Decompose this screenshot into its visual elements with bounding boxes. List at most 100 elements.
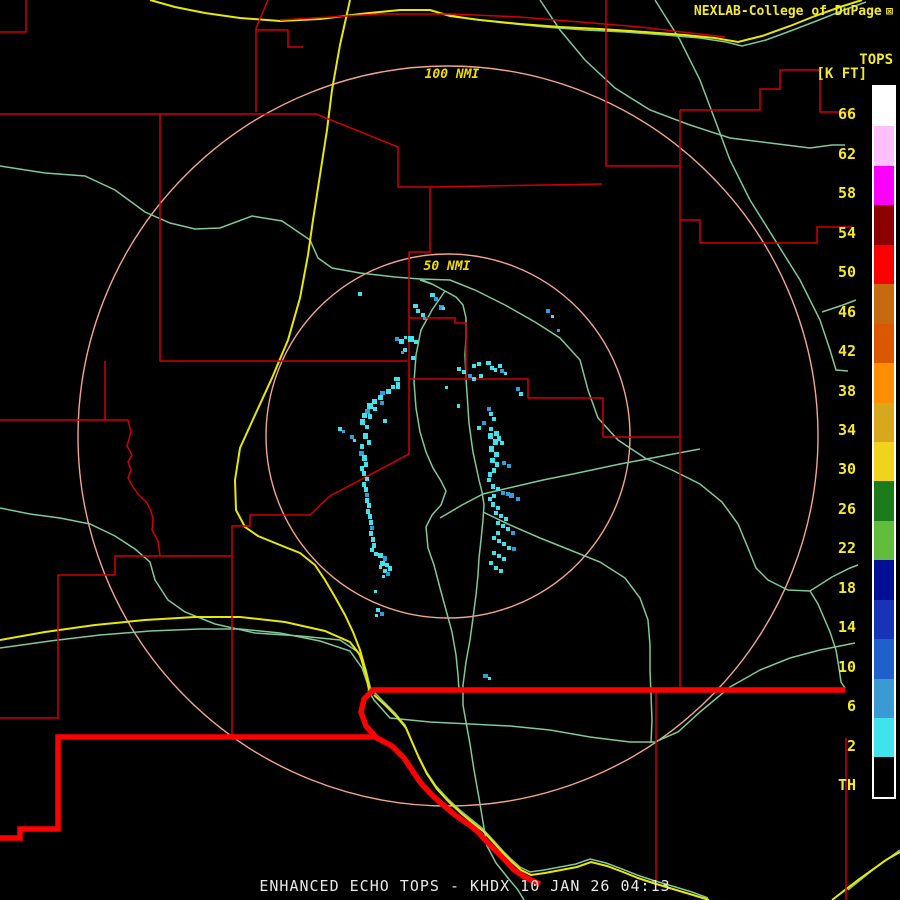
echo-cell (367, 403, 373, 409)
radar-map-canvas (0, 0, 900, 900)
legend-label: 46 (837, 302, 856, 321)
echo-cell (383, 556, 387, 561)
echo-cell (516, 497, 520, 501)
echo-cell (494, 368, 497, 372)
legend-color-block (874, 520, 894, 561)
range-ring-100nmi (77, 65, 819, 807)
echo-cell (488, 472, 492, 477)
echo-cell (504, 517, 508, 521)
echo-cell (494, 511, 498, 515)
echo-cell (353, 439, 356, 442)
echo-cell (490, 458, 495, 463)
echo-cell (487, 407, 491, 411)
legend-color-block (874, 363, 894, 403)
legend-label: 30 (837, 460, 856, 479)
nexlab-logo-icon: ⊠ (885, 4, 893, 18)
road-line (413, 290, 460, 691)
echo-cell (489, 427, 493, 431)
state-border (358, 687, 845, 887)
legend-label: 2 (846, 736, 856, 755)
echo-cell (468, 374, 472, 378)
echo-cell (369, 520, 373, 525)
road-line (0, 507, 372, 691)
legend-color-block (874, 560, 894, 600)
site-attribution: NEXLAB-College of DuPage ⊠ (694, 4, 893, 19)
echo-cell (472, 364, 476, 368)
highway-line (0, 616, 370, 691)
echo-cell (374, 590, 377, 593)
echo-cell (488, 677, 491, 680)
echo-cell (365, 493, 369, 497)
echo-cell (488, 497, 492, 501)
echo-cell (506, 527, 510, 531)
echo-cell (370, 526, 374, 530)
attribution-text: NEXLAB-College of DuPage (693, 4, 882, 19)
echo-cell (391, 385, 395, 389)
echo-cell (494, 452, 499, 457)
echo-cell (411, 356, 415, 360)
echo-cell (380, 391, 385, 395)
echo-cell (509, 493, 514, 498)
echo-cell (486, 361, 491, 365)
echo-cell (386, 389, 391, 394)
echo-cell (365, 477, 369, 481)
echo-cell (360, 466, 364, 471)
echo-cell (496, 506, 500, 510)
county-boundary (256, 29, 303, 48)
echo-cell (497, 554, 501, 558)
county-boundary (0, 0, 27, 33)
echo-cell (507, 464, 511, 468)
road-line (419, 279, 525, 900)
echo-cell (494, 566, 498, 570)
echo-cell (551, 315, 554, 318)
echo-cell (504, 372, 507, 375)
echo-cell (492, 494, 496, 498)
echo-cell (499, 514, 503, 518)
echo-cell (366, 509, 370, 514)
echo-cell (519, 392, 523, 396)
echo-cell (382, 575, 385, 578)
echo-cell (413, 304, 418, 308)
legend-label: 18 (837, 578, 856, 597)
legend-label: 50 (837, 263, 856, 282)
echo-cell (498, 364, 502, 368)
road-line (419, 278, 859, 592)
echo-cell (374, 552, 378, 556)
radar-display: NEXLAB-College of DuPage ⊠ TOPS [K FT] 66… (0, 0, 900, 900)
echo-cell (365, 498, 369, 503)
legend-color-block (874, 639, 894, 679)
echo-cell (362, 413, 367, 418)
echo-cell (430, 293, 435, 297)
echo-cell (399, 339, 404, 344)
echo-cell (362, 455, 367, 461)
echo-cell (414, 340, 418, 344)
echo-cell (501, 524, 505, 528)
echo-cell (442, 307, 445, 310)
echo-cell (495, 462, 499, 467)
echo-cell (395, 337, 399, 341)
echo-cell (386, 572, 390, 576)
legend-label: 38 (837, 381, 856, 400)
state-border (0, 734, 377, 841)
echo-cell (383, 419, 387, 423)
echo-cell (477, 426, 481, 430)
county-boundary (159, 114, 407, 362)
echo-cell (364, 487, 368, 492)
echo-cell (490, 366, 494, 370)
legend-label: 14 (837, 618, 856, 637)
echo-cell (360, 444, 364, 449)
legend-label: TH (837, 776, 856, 794)
range-ring-label: 100 NMI (422, 67, 482, 82)
echo-cell (488, 433, 493, 439)
echo-cell (364, 462, 368, 467)
echo-cell (557, 329, 560, 332)
echo-cell (489, 446, 494, 452)
product-caption: ENHANCED ECHO TOPS - KHDX 10 JAN 26 04:1… (259, 877, 671, 895)
echo-cell (479, 374, 483, 378)
echo-cell (380, 401, 384, 405)
echo-cell (492, 468, 496, 473)
echo-cell (368, 414, 372, 419)
legend-color-block (874, 205, 894, 245)
echo-cell (394, 377, 400, 381)
road-line (0, 165, 433, 285)
